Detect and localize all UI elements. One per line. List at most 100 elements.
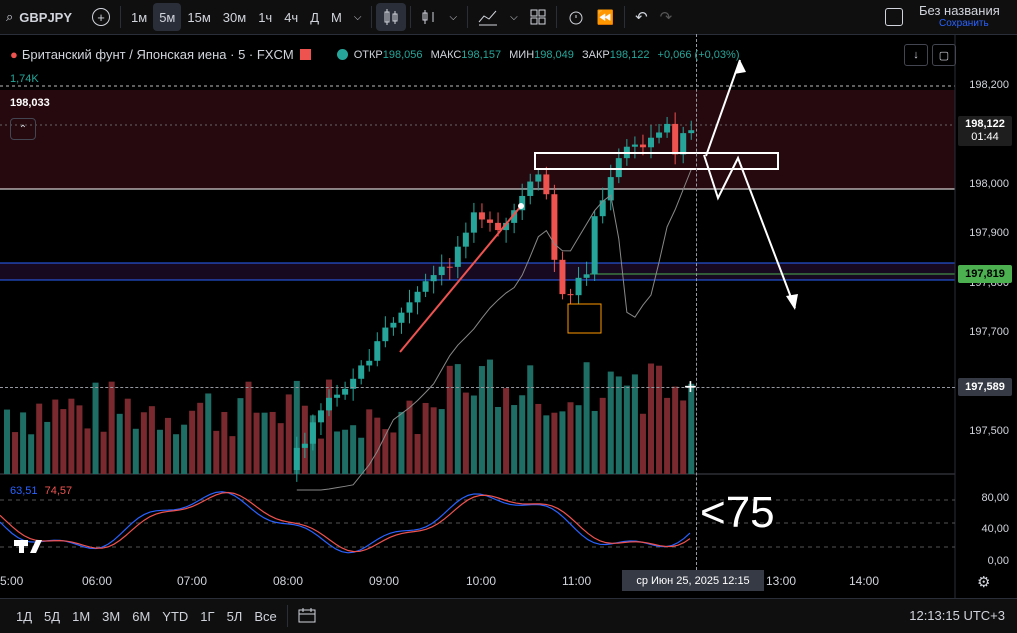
calendar-icon[interactable]: [292, 607, 322, 626]
indicators-icon[interactable]: [472, 3, 504, 31]
volume-bar: [52, 399, 59, 474]
volume-bar: [181, 424, 188, 474]
crosshair-horizontal: [0, 387, 955, 388]
compare-button[interactable]: +: [86, 3, 116, 31]
range-5d[interactable]: 5Д: [38, 609, 66, 624]
symbol-search[interactable]: ⌕ GBPJPY: [0, 3, 78, 31]
price-tick: 197,500: [969, 425, 1009, 437]
volume-bar: [406, 400, 413, 474]
interval-30m[interactable]: 30м: [217, 3, 252, 31]
chevron-down-icon[interactable]: ⌵: [348, 3, 368, 31]
volume-bar: [132, 428, 139, 474]
candle-body: [462, 232, 469, 247]
open-value: 198,056: [382, 48, 423, 61]
interval-1m[interactable]: 1м: [125, 3, 153, 31]
volume-bar: [245, 381, 252, 474]
range-all[interactable]: Все: [248, 609, 282, 624]
calendar-range-icon: [298, 607, 316, 622]
volume-bar: [503, 388, 510, 474]
stoch-k-value: 63,51: [10, 485, 38, 497]
chart-type-icon[interactable]: [415, 3, 443, 31]
close-value: 198,122: [609, 48, 650, 61]
price-tick: 198,200: [969, 79, 1009, 91]
close-label: ЗАКР: [581, 48, 610, 61]
range-6m[interactable]: 6М: [126, 609, 156, 624]
layout-save[interactable]: Без названия Сохранить: [877, 0, 1017, 34]
candle-body: [680, 133, 687, 155]
interval-1h[interactable]: 1ч: [252, 3, 278, 31]
candle-body: [430, 275, 437, 282]
candle-body: [478, 212, 485, 220]
volume-bar: [422, 402, 429, 474]
time-tick: 13:00: [766, 574, 797, 588]
volume-bar: [237, 398, 244, 474]
range-1m[interactable]: 1М: [66, 609, 96, 624]
volume-bar: [664, 397, 671, 474]
range-1y[interactable]: 1Г: [194, 609, 220, 624]
price-chart[interactable]: [0, 34, 1017, 598]
volume-bar: [269, 411, 276, 474]
interval-day[interactable]: Д: [304, 3, 325, 31]
range-5y[interactable]: 5Л: [221, 609, 249, 624]
candle-body: [543, 174, 550, 195]
collapse-legend-button[interactable]: ⌃: [10, 118, 36, 140]
volume-bar: [374, 417, 381, 474]
crosshair-price-label: 198,033: [10, 97, 50, 109]
interval-15m[interactable]: 15м: [181, 3, 216, 31]
divider: [371, 6, 373, 28]
interval-5m[interactable]: 5м: [153, 3, 182, 31]
volume-bar: [20, 412, 27, 474]
replay-icon[interactable]: ⏪: [591, 3, 620, 31]
range-ytd[interactable]: YTD: [156, 609, 194, 624]
chevron-down-icon[interactable]: ⌵: [504, 3, 524, 31]
candle-body: [599, 200, 606, 217]
price-tick: 198,000: [969, 178, 1009, 190]
volume-bar: [12, 432, 19, 474]
alert-icon[interactable]: [561, 3, 591, 31]
candle-body: [615, 158, 622, 178]
current-price-tag: 198,122 01:44: [958, 116, 1012, 146]
time-tick: 14:00: [849, 574, 880, 588]
volume-bar: [390, 432, 397, 474]
interval-4h[interactable]: 4ч: [278, 3, 304, 31]
maximize-icon[interactable]: ▢: [932, 44, 956, 66]
chart-legend: ● Британский фунт / Японская иена · 5 · …: [10, 47, 744, 62]
volume-bar: [559, 411, 566, 474]
volume-bar: [189, 410, 196, 474]
candle-body: [342, 388, 349, 395]
volume-bar: [28, 434, 35, 474]
interval-month[interactable]: М: [325, 3, 348, 31]
chevron-down-icon[interactable]: ⌵: [443, 3, 463, 31]
volume-bar: [350, 425, 357, 474]
volume-bar: [100, 431, 107, 474]
range-3m[interactable]: 3М: [96, 609, 126, 624]
volume-bar: [60, 409, 67, 474]
bar-countdown: 01:44: [971, 131, 999, 143]
volume-bar: [148, 406, 155, 474]
layout-grid-icon[interactable]: [524, 3, 552, 31]
settings-gear-icon[interactable]: ⚙: [977, 573, 990, 591]
candle-body: [639, 144, 646, 148]
time-tick: 06:00: [82, 574, 113, 588]
candle-body: [317, 410, 324, 423]
save-link[interactable]: Сохранить: [919, 17, 1000, 30]
candle-body: [414, 291, 421, 303]
clock-timezone[interactable]: 12:13:15 UTC+3: [909, 608, 1005, 623]
bars-icon: [422, 10, 434, 24]
range-1d[interactable]: 1Д: [10, 609, 38, 624]
undo-icon[interactable]: ↶: [629, 3, 654, 31]
candles-icon[interactable]: [376, 3, 407, 31]
volume-bar: [615, 376, 622, 474]
volume-bar: [414, 434, 421, 474]
trend-line-handle: [518, 203, 524, 209]
volume-bar: [165, 417, 171, 474]
volume-bar: [583, 362, 590, 474]
candlestick-icon: [384, 9, 398, 25]
candle-body: [301, 443, 308, 448]
candle-body: [527, 181, 534, 196]
redo-icon[interactable]: ↷: [654, 3, 679, 31]
arrow-down-icon[interactable]: ↓: [904, 44, 928, 66]
volume-bar: [519, 395, 526, 474]
volume-bar: [454, 364, 461, 474]
crosshair-cursor-icon: +: [684, 374, 697, 399]
